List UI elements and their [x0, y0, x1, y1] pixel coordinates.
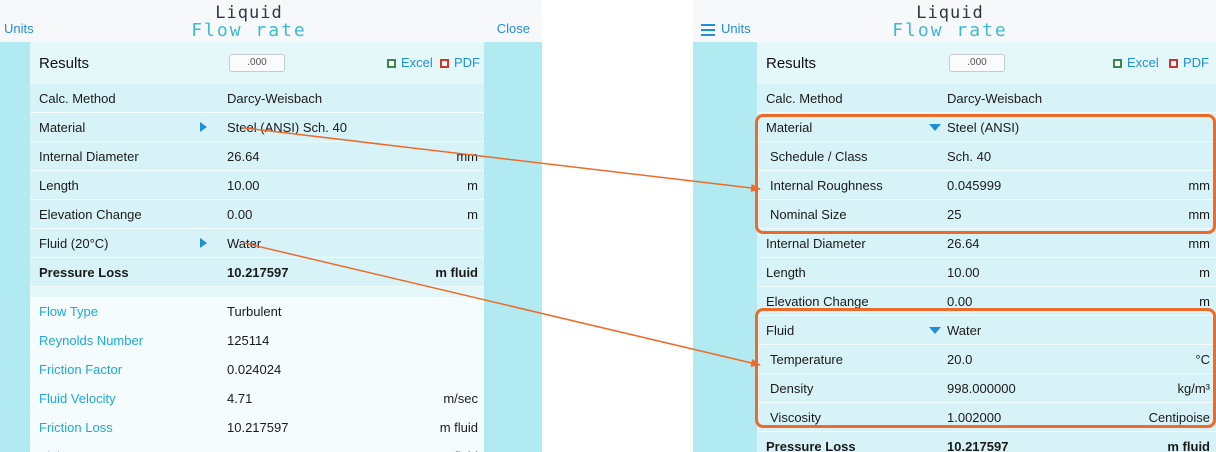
annotation-arrows [243, 127, 761, 367]
arrow-fluid [243, 242, 761, 367]
arrow-material [243, 127, 761, 192]
